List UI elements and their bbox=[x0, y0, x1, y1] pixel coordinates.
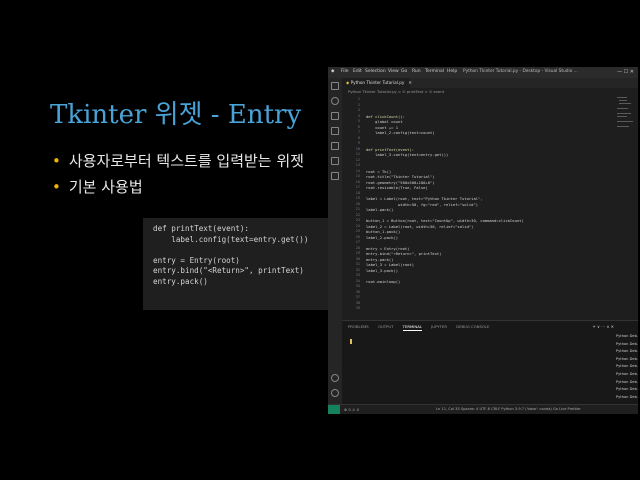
terminal-instance[interactable]: Python Deb... bbox=[616, 356, 638, 364]
title-bar: ◆ File Edit Selection View Go Run Termin… bbox=[328, 67, 638, 78]
account-icon[interactable] bbox=[331, 374, 339, 382]
panel-tabs: PROBLEMS OUTPUT TERMINAL JUPYTER DEBUG C… bbox=[348, 324, 497, 331]
code-line: label.config(text=entry.get()) bbox=[153, 234, 309, 244]
terminal-instance[interactable]: Python Deb... bbox=[616, 379, 638, 387]
source-control-icon[interactable] bbox=[331, 112, 339, 120]
bullet-text: 기본 사용법 bbox=[68, 178, 143, 196]
terminal-instance[interactable]: Python Deb... bbox=[616, 386, 638, 394]
code-line[interactable]: label_2.pack() bbox=[366, 235, 398, 241]
line-number-gutter: 1 2 3 4 5 6 7 8 9 10 11 12 13 14 15 16 17 18 19 20 21 22 23 24 2… bbox=[342, 95, 364, 320]
menu-help[interactable]: Help bbox=[447, 69, 457, 74]
remote-explorer-icon[interactable] bbox=[331, 157, 339, 165]
bullet-dot-icon: • bbox=[52, 178, 61, 196]
window-title: Python Tkinter Tutorial.py - Desktop - V… bbox=[463, 69, 578, 74]
code-line[interactable]: label.pack() bbox=[366, 207, 393, 213]
extensions-icon[interactable] bbox=[331, 142, 339, 150]
close-icon[interactable]: ✕ bbox=[408, 80, 412, 85]
line-number: 39 bbox=[355, 306, 360, 310]
menu-selection[interactable]: Selection bbox=[365, 69, 386, 74]
status-info[interactable]: Ln 11, Col 33 Spaces: 4 UTF-8 CRLF Pytho… bbox=[436, 407, 581, 411]
terminal-instance[interactable]: Python Deb... bbox=[616, 394, 638, 402]
tab-python-tkinter-tutorial[interactable]: ◆ Python Tkinter Tutorial.py ✕ bbox=[342, 78, 412, 88]
terminal-cursor bbox=[350, 339, 352, 344]
bullet-item: • 기본 사용법 bbox=[52, 176, 143, 197]
tab-debug-console[interactable]: DEBUG CONSOLE bbox=[456, 324, 489, 329]
explorer-icon[interactable] bbox=[331, 82, 339, 90]
remote-indicator-icon[interactable] bbox=[328, 405, 340, 414]
menu-go[interactable]: Go bbox=[401, 69, 407, 74]
panel-actions[interactable]: + ∨ ⋯ ∧ ✕ bbox=[592, 324, 614, 329]
tab-label: Python Tkinter Tutorial.py bbox=[350, 80, 405, 85]
breadcrumb[interactable]: Python Tkinter Tutorial.py > ⊙ printText… bbox=[342, 88, 638, 95]
code-line[interactable]: label_3.pack() bbox=[366, 268, 398, 274]
code-line[interactable]: label_2.config(text=count) bbox=[366, 130, 434, 136]
terminal-list: Python Deb... Python Deb... Python Deb... P… bbox=[616, 333, 638, 401]
menu-edit[interactable]: Edit bbox=[353, 69, 362, 74]
activity-bar bbox=[328, 78, 342, 404]
code-line: def printText(event): bbox=[153, 224, 250, 233]
tab-problems[interactable]: PROBLEMS bbox=[348, 324, 369, 329]
problems-count[interactable]: ⊗ 0 ⚠ 0 bbox=[344, 407, 359, 412]
code-line: entry.bind("<Return>", printText) bbox=[153, 266, 304, 275]
menu-terminal[interactable]: Terminal bbox=[425, 69, 444, 74]
tab-jupyter[interactable]: JUPYTER bbox=[431, 324, 447, 329]
code-line[interactable]: label_3.config(text=entry.get()) bbox=[366, 152, 448, 158]
minimap[interactable] bbox=[617, 95, 635, 135]
code-sample: def printText(event): label.config(text=… bbox=[143, 218, 333, 310]
settings-gear-icon[interactable] bbox=[331, 389, 339, 397]
bottom-panel: PROBLEMS OUTPUT TERMINAL JUPYTER DEBUG C… bbox=[342, 320, 638, 405]
terminal-instance[interactable]: Python Deb... bbox=[616, 348, 638, 356]
run-debug-icon[interactable] bbox=[331, 127, 339, 135]
code-editor[interactable]: 1 2 3 4 5 6 7 8 9 10 11 12 13 14 15 16 17 18 19 20 21 22 23 24 2… bbox=[342, 95, 638, 320]
code-line: entry = Entry(root) bbox=[153, 255, 240, 265]
testing-icon[interactable] bbox=[331, 172, 339, 180]
bullet-text: 사용자로부터 텍스트를 입력받는 위젯 bbox=[68, 152, 304, 170]
code-line: entry.pack() bbox=[153, 276, 208, 286]
menu-file[interactable]: File bbox=[341, 69, 349, 74]
window-controls[interactable]: — ☐ ✕ bbox=[617, 69, 634, 75]
menu-view[interactable]: View bbox=[388, 69, 399, 74]
terminal-instance[interactable]: Python Deb... bbox=[616, 333, 638, 341]
terminal-instance[interactable]: Python Deb... bbox=[616, 371, 638, 379]
tab-output[interactable]: OUTPUT bbox=[378, 324, 393, 329]
vscode-logo-icon: ◆ bbox=[331, 69, 335, 74]
code-line[interactable]: root.mainloop() bbox=[366, 279, 400, 285]
tab-terminal[interactable]: TERMINAL bbox=[402, 324, 422, 331]
vscode-window: ◆ File Edit Selection View Go Run Termin… bbox=[328, 67, 638, 414]
status-bar: ⊗ 0 ⚠ 0 Ln 11, Col 33 Spaces: 4 UTF-8 CR… bbox=[328, 404, 638, 414]
terminal-instance[interactable]: Python Deb... bbox=[616, 341, 638, 349]
search-icon[interactable] bbox=[331, 97, 339, 105]
slide-title: Tkinter 위젯 - Entry bbox=[50, 100, 302, 130]
menu-run[interactable]: Run bbox=[412, 69, 421, 74]
bullet-dot-icon: • bbox=[52, 152, 61, 170]
code-line[interactable]: root.resizable(True, False) bbox=[366, 185, 428, 191]
editor-tabs: ◆ Python Tkinter Tutorial.py ✕ bbox=[342, 78, 638, 88]
terminal-instance[interactable]: Python Deb... bbox=[616, 363, 638, 371]
bullet-item: • 사용자로부터 텍스트를 입력받는 위젯 bbox=[52, 150, 304, 171]
